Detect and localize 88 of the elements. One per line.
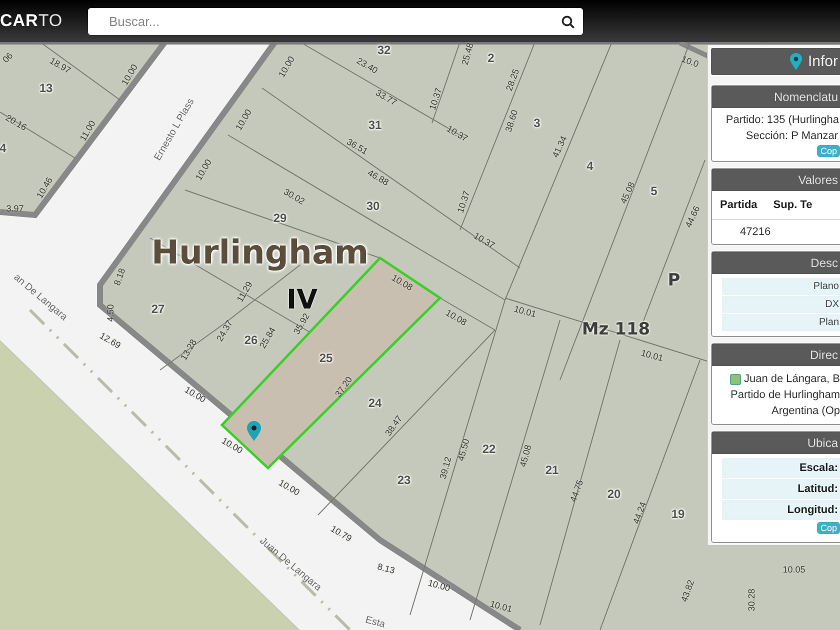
measurement-label: 10.00: [276, 477, 302, 499]
lot-number: 29: [272, 211, 288, 225]
lot-number: 30: [365, 199, 381, 213]
measurement-label: 10.0: [679, 54, 702, 70]
measurement-label: 44.66: [682, 204, 703, 230]
measurement-label: 4.50: [106, 303, 116, 323]
block-label: Mz 118: [582, 322, 650, 338]
block-label: P: [668, 272, 680, 290]
column-header: Sup. Te: [773, 199, 812, 211]
map-pin-icon: [790, 53, 802, 70]
measurement-label: 23.40: [354, 55, 380, 77]
measurement-label: 10.01: [488, 598, 514, 616]
info-text: Sección: P Manzar: [744, 129, 839, 144]
measurement-label: 45.08: [518, 442, 534, 470]
address-text: Argentina (Op: [772, 404, 840, 419]
download-link[interactable]: DX: [722, 296, 840, 314]
section-title: Direc: [712, 344, 840, 366]
measurement-label: 41.34: [550, 134, 570, 160]
lot-number: 4: [0, 141, 8, 155]
measurement-label: 10.79: [328, 523, 354, 545]
field-label: Longitud:: [722, 500, 840, 521]
app-logo[interactable]: CARTO: [0, 11, 88, 31]
table-cell-text: 47216: [739, 226, 771, 238]
measurement-label: 39.12: [438, 454, 454, 482]
lot-number: 19: [670, 507, 686, 521]
measurement-label: 38.60: [502, 108, 521, 134]
measurement-label: 44.75: [568, 478, 586, 504]
lot-number: 20: [606, 487, 622, 501]
measurement-label: 33.77: [373, 87, 400, 109]
measurement-label: 30.28: [746, 588, 758, 612]
measurement-label: 10.00: [426, 578, 452, 594]
section-title: Desc: [712, 252, 840, 274]
section-label: IV: [286, 286, 318, 314]
measurement-label: 10.37: [454, 188, 473, 216]
measurement-label: 10.08: [389, 272, 416, 294]
measurement-label: 10.00: [219, 435, 246, 457]
measurement-label: 10.37: [426, 86, 445, 112]
lot-number: 5: [650, 184, 658, 198]
measurement-label: 43.82: [678, 578, 698, 604]
address-text: Juan de Lángara, B: [744, 372, 840, 387]
field-label: Latitud:: [722, 479, 840, 500]
lot-number: 25: [318, 351, 334, 365]
section-title: Ubica: [712, 432, 840, 454]
panel-title: Infor: [808, 53, 838, 70]
measurement-label: 8.13: [375, 561, 397, 577]
measurement-label: 45.08: [618, 180, 638, 206]
section-title: Nomenclatu: [712, 86, 840, 108]
column-header: Partida: [720, 199, 758, 211]
measurement-label: 3.97: [5, 204, 25, 214]
search-field[interactable]: Buscar...: [88, 8, 583, 34]
measurement-label: 20.16: [3, 112, 30, 134]
lot-number: 13: [38, 81, 54, 95]
measurement-label: 10.08: [443, 307, 470, 329]
measurement-label: 10.01: [638, 348, 666, 364]
measurement-label: 10.00: [182, 384, 208, 406]
lot-number: 24: [367, 396, 383, 410]
download-link[interactable]: Plan: [722, 314, 840, 332]
measurement-label: 8.18: [112, 266, 128, 288]
measurement-label: 25.48: [460, 42, 476, 68]
lot-number: 27: [150, 302, 166, 316]
measurement-label: 28.25: [504, 66, 522, 94]
measurement-label: 10.05: [782, 564, 806, 576]
lot-number: 32: [376, 43, 392, 57]
download-link[interactable]: Plano: [722, 278, 840, 296]
measurement-label: 18.97: [47, 55, 74, 77]
info-text: Partido: 135 (Hurlingha: [724, 113, 840, 128]
lot-number: 23: [396, 473, 412, 487]
lot-number: 21: [544, 463, 560, 477]
street-name: Esta: [364, 616, 386, 630]
measurement-label: 46.88: [365, 167, 392, 189]
lot-number: 26: [243, 333, 259, 347]
lot-number: 3: [532, 116, 542, 130]
measurement-label: 10.01: [512, 304, 538, 320]
lot-number: 4: [586, 159, 594, 173]
lot-number: 22: [481, 442, 497, 456]
measurement-label: 10.37: [471, 230, 498, 252]
lot-number: 31: [367, 118, 383, 132]
measurement-label: 06: [0, 50, 16, 66]
measurement-label: 45.50: [456, 436, 472, 464]
lot-number: 2: [486, 51, 496, 65]
measurement-label: 44.24: [630, 500, 650, 526]
measurement-label: 10.37: [444, 123, 470, 145]
section-title: Valores: [712, 169, 840, 191]
measurement-label: 12.69: [97, 330, 124, 352]
address-text: Partido de Hurlingham: [730, 388, 840, 403]
field-label: Escala:: [722, 458, 840, 479]
search-icon[interactable]: [561, 14, 575, 28]
map-pin-icon[interactable]: [247, 421, 261, 441]
